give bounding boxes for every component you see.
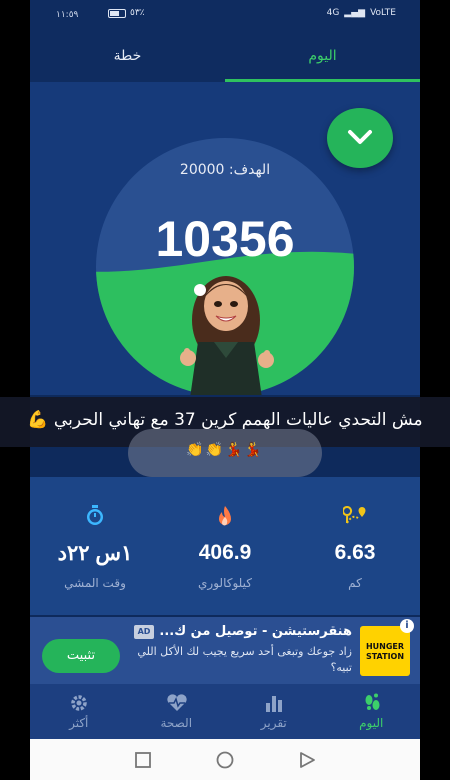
network-label: 4G	[326, 8, 340, 18]
ad-banner[interactable]: تثبيت AD هنقرستيشن - توصيل من ك... زاد ج…	[30, 617, 420, 684]
nav-report-label: تقرير	[260, 716, 287, 730]
nav-today-label: اليوم	[359, 716, 384, 730]
hungerstation-logo: HUNGER STATION	[360, 626, 410, 676]
stats-panel: 6.63 كم 406.9 كيلوكالوري ١س ٢٢د وقت المش…	[30, 477, 420, 615]
gear-icon	[71, 695, 87, 711]
nav-more[interactable]: أكثر	[30, 684, 128, 739]
location-route-icon	[343, 506, 366, 524]
nav-health[interactable]: الصحة	[128, 684, 226, 739]
bottom-nav: أكثر الصحة تقرير اليوم	[30, 684, 420, 739]
signal-icon: ▂▄▆	[344, 8, 366, 18]
system-nav-bar	[30, 739, 420, 780]
recent-apps-icon[interactable]	[134, 751, 152, 769]
heart-pulse-icon	[166, 694, 187, 711]
status-icons: 4G ▂▄▆ VoLTE	[327, 8, 396, 18]
step-gauge-panel: الهدف: 20000 10356	[30, 82, 420, 395]
caption-emojis: 👏👏💃💃	[186, 442, 264, 458]
ad-title: هنقرستيشن - توصيل من ك...	[159, 624, 352, 639]
tab-today[interactable]: اليوم	[225, 30, 420, 82]
stat-walk-time-label: وقت المشي	[64, 576, 126, 590]
status-bar: ١١:٥٩ 4G ▂▄▆ VoLTE ٥٣٪	[30, 0, 420, 30]
battery-percent: ٥٣٪	[130, 8, 145, 18]
battery-icon	[108, 8, 126, 18]
nav-report[interactable]: تقرير	[225, 684, 323, 739]
footprints-icon	[365, 693, 379, 710]
home-icon[interactable]	[216, 751, 234, 769]
flame-icon	[219, 506, 231, 526]
stat-calories-value: 406.9	[198, 541, 252, 564]
goal-label: الهدف: 20000	[179, 162, 271, 178]
stat-calories-label: كيلوكالوري	[198, 576, 252, 590]
install-button[interactable]: تثبيت	[42, 639, 120, 673]
carrier-label: VoLTE	[370, 8, 396, 18]
phone-screen: ١١:٥٩ 4G ▂▄▆ VoLTE ٥٣٪ خطة اليوم الهدف: …	[30, 0, 420, 780]
top-tabs: خطة اليوم	[30, 30, 420, 82]
bitmoji-avatar	[180, 276, 274, 395]
chevron-down-icon	[348, 130, 372, 144]
stopwatch-icon	[87, 505, 103, 525]
nav-health-label: الصحة	[160, 716, 193, 730]
info-icon[interactable]: i	[400, 619, 414, 633]
stat-distance-value: 6.63	[334, 541, 376, 564]
stat-walk-time: ١س ٢٢د وقت المشي	[30, 477, 160, 615]
caption-text: مش التحدي عاليات الهمم كرين 37 مع تهاني …	[27, 410, 423, 430]
nav-more-label: أكثر	[69, 716, 89, 730]
stat-distance: 6.63 كم	[290, 477, 420, 615]
status-time: ١١:٥٩	[56, 10, 79, 20]
ad-body: زاد جوعك وتبغى أحد سريع يجيب لك الأكل ال…	[137, 645, 352, 674]
bar-chart-icon	[266, 696, 282, 712]
check-button[interactable]	[327, 108, 393, 168]
back-icon[interactable]	[298, 751, 316, 769]
tab-plan[interactable]: خطة	[30, 30, 225, 82]
stat-calories: 406.9 كيلوكالوري	[160, 477, 290, 615]
nav-today[interactable]: اليوم	[323, 684, 421, 739]
stat-walk-time-value: ١س ٢٢د	[57, 542, 133, 565]
stat-distance-label: كم	[348, 576, 362, 590]
